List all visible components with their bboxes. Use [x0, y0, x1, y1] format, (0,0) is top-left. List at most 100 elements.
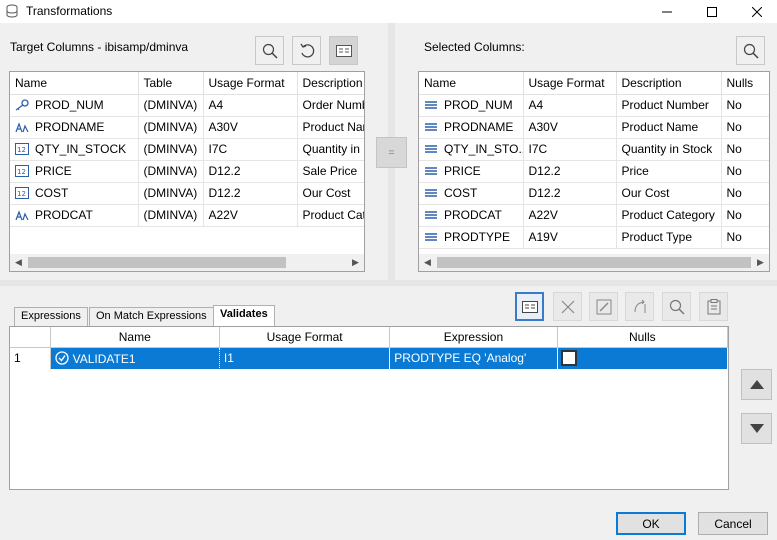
table-row[interactable]: PRODCAT A22V Product Category No [419, 204, 769, 227]
validate-check-icon [54, 350, 69, 365]
minimize-button[interactable] [647, 0, 687, 23]
database-icon [6, 4, 18, 18]
maximize-button[interactable] [692, 0, 732, 23]
scroll-right-arrow-icon[interactable]: ▶ [347, 254, 364, 271]
column-lines-icon [425, 145, 437, 153]
tab-on-match-expressions[interactable]: On Match Expressions [89, 307, 214, 326]
selected-search-button[interactable] [736, 36, 765, 65]
col-header-table[interactable]: Table [138, 72, 204, 95]
target-hscrollbar[interactable]: ◀ ▶ [10, 254, 364, 271]
horizontal-splitter[interactable] [0, 280, 777, 286]
table-row[interactable]: 12 QTY_IN_STOCK (DMINVA) I7C Quantity in [10, 138, 364, 161]
scroll-thumb[interactable] [437, 257, 751, 268]
edit-button[interactable] [589, 292, 618, 321]
ok-button[interactable]: OK [616, 512, 686, 535]
alpha-field-icon [15, 210, 29, 221]
validates-grid: Name Usage Format Expression Nulls 1 VAL… [9, 326, 729, 490]
scroll-thumb[interactable] [28, 257, 286, 268]
field-properties-button[interactable] [329, 36, 358, 65]
scroll-left-arrow-icon[interactable]: ◀ [419, 254, 436, 271]
table-row[interactable]: 12 PRICE (DMINVA) D12.2 Sale Price [10, 160, 364, 183]
row-number-header [10, 327, 51, 348]
tab-expressions[interactable]: Expressions [14, 307, 88, 326]
search-icon [743, 43, 759, 59]
field-list-icon [521, 300, 538, 313]
title-bar: Transformations [0, 0, 777, 23]
col-header-nulls[interactable]: Nulls [721, 72, 769, 95]
clipboard-button[interactable] [699, 292, 728, 321]
tab-validates[interactable]: Validates [213, 305, 275, 326]
minimize-icon [662, 11, 672, 12]
validate-name: VALIDATE1 [72, 351, 136, 366]
selected-hscrollbar[interactable]: ◀ ▶ [419, 254, 769, 271]
sort-button[interactable] [625, 292, 654, 321]
table-row[interactable]: PRICE D12.2 Price No [419, 160, 769, 183]
table-row[interactable]: PROD_NUM (DMINVA) A4 Order Numb [10, 94, 364, 117]
numeric-field-icon: 12 [15, 143, 29, 155]
triangle-down-icon [749, 424, 764, 433]
column-lines-icon [425, 233, 437, 241]
table-row[interactable]: PRODTYPE A19V Product Type No [419, 226, 769, 249]
column-lines-icon [425, 101, 437, 109]
col-header-description[interactable]: Description [616, 72, 722, 95]
triangle-up-icon [749, 380, 764, 389]
row-number: 1 [10, 347, 51, 369]
find-button[interactable] [662, 292, 691, 321]
cancel-button[interactable]: Cancel [698, 512, 768, 535]
close-icon [752, 6, 762, 17]
table-row[interactable]: PROD_NUM A4 Product Number No [419, 94, 769, 117]
search-icon [669, 299, 685, 315]
edit-pencil-icon [596, 299, 611, 314]
key-icon [15, 99, 29, 111]
column-lines-icon [425, 189, 437, 197]
selected-columns-grid: Name Usage Format Description Nulls PROD… [418, 71, 770, 272]
col-header-name[interactable]: Name [50, 327, 220, 348]
scroll-left-arrow-icon[interactable]: ◀ [10, 254, 27, 271]
column-lines-icon [425, 211, 437, 219]
col-header-name[interactable]: Name [10, 72, 139, 95]
move-up-button[interactable] [741, 369, 772, 400]
table-row[interactable]: 1 VALIDATE1 I1 PRODTYPE EQ 'Analog' [10, 346, 729, 370]
col-header-usage-format[interactable]: Usage Format [219, 327, 391, 348]
scroll-right-arrow-icon[interactable]: ▶ [752, 254, 769, 271]
sort-arrows-icon [634, 299, 645, 313]
move-down-button[interactable] [741, 413, 772, 444]
table-row[interactable]: COST D12.2 Our Cost No [419, 182, 769, 205]
undo-icon [299, 43, 314, 57]
validate-format[interactable]: I1 [219, 347, 391, 369]
table-row[interactable]: PRODNAME (DMINVA) A30V Product Nar [10, 116, 364, 139]
close-button[interactable] [737, 0, 777, 23]
col-header-description[interactable]: Description [297, 72, 364, 95]
col-header-expression[interactable]: Expression [389, 327, 558, 348]
col-header-usage-format[interactable]: Usage Format [523, 72, 617, 95]
table-row[interactable]: 12 COST (DMINVA) D12.2 Our Cost [10, 182, 364, 205]
nulls-checkbox[interactable] [560, 350, 577, 367]
numeric-field-icon: 12 [15, 165, 29, 177]
target-columns-panel: Target Columns - ibisamp/dminva Name Tab… [0, 23, 388, 280]
field-list-icon [335, 44, 352, 57]
svg-text:12: 12 [17, 168, 26, 176]
delete-button[interactable] [553, 292, 582, 321]
alpha-field-icon [15, 122, 29, 133]
table-row[interactable]: QTY_IN_STO... I7C Quantity in Stock No [419, 138, 769, 161]
table-row[interactable]: PRODNAME A30V Product Name No [419, 116, 769, 139]
column-lines-icon [425, 167, 437, 175]
svg-text:12: 12 [17, 190, 26, 198]
col-header-name[interactable]: Name [419, 72, 524, 95]
equals-button[interactable]: = [376, 137, 407, 168]
target-search-button[interactable] [255, 36, 284, 65]
selected-columns-label: Selected Columns: [424, 40, 525, 54]
refresh-button[interactable] [292, 36, 321, 65]
table-row[interactable]: PRODCAT (DMINVA) A22V Product Cat [10, 204, 364, 227]
column-lines-icon [425, 123, 437, 131]
col-header-usage-format[interactable]: Usage Format [203, 72, 298, 95]
validate-expression[interactable]: PRODTYPE EQ 'Analog' [389, 347, 558, 369]
new-validate-button[interactable] [515, 292, 544, 321]
delete-x-icon [561, 300, 574, 313]
window-title: Transformations [26, 4, 113, 18]
clipboard-icon [707, 298, 720, 314]
col-header-nulls[interactable]: Nulls [557, 327, 729, 348]
selected-columns-panel: Selected Columns: Name Usage Format Desc… [395, 23, 777, 280]
target-columns-label: Target Columns - ibisamp/dminva [10, 40, 189, 54]
maximize-icon [707, 6, 717, 17]
